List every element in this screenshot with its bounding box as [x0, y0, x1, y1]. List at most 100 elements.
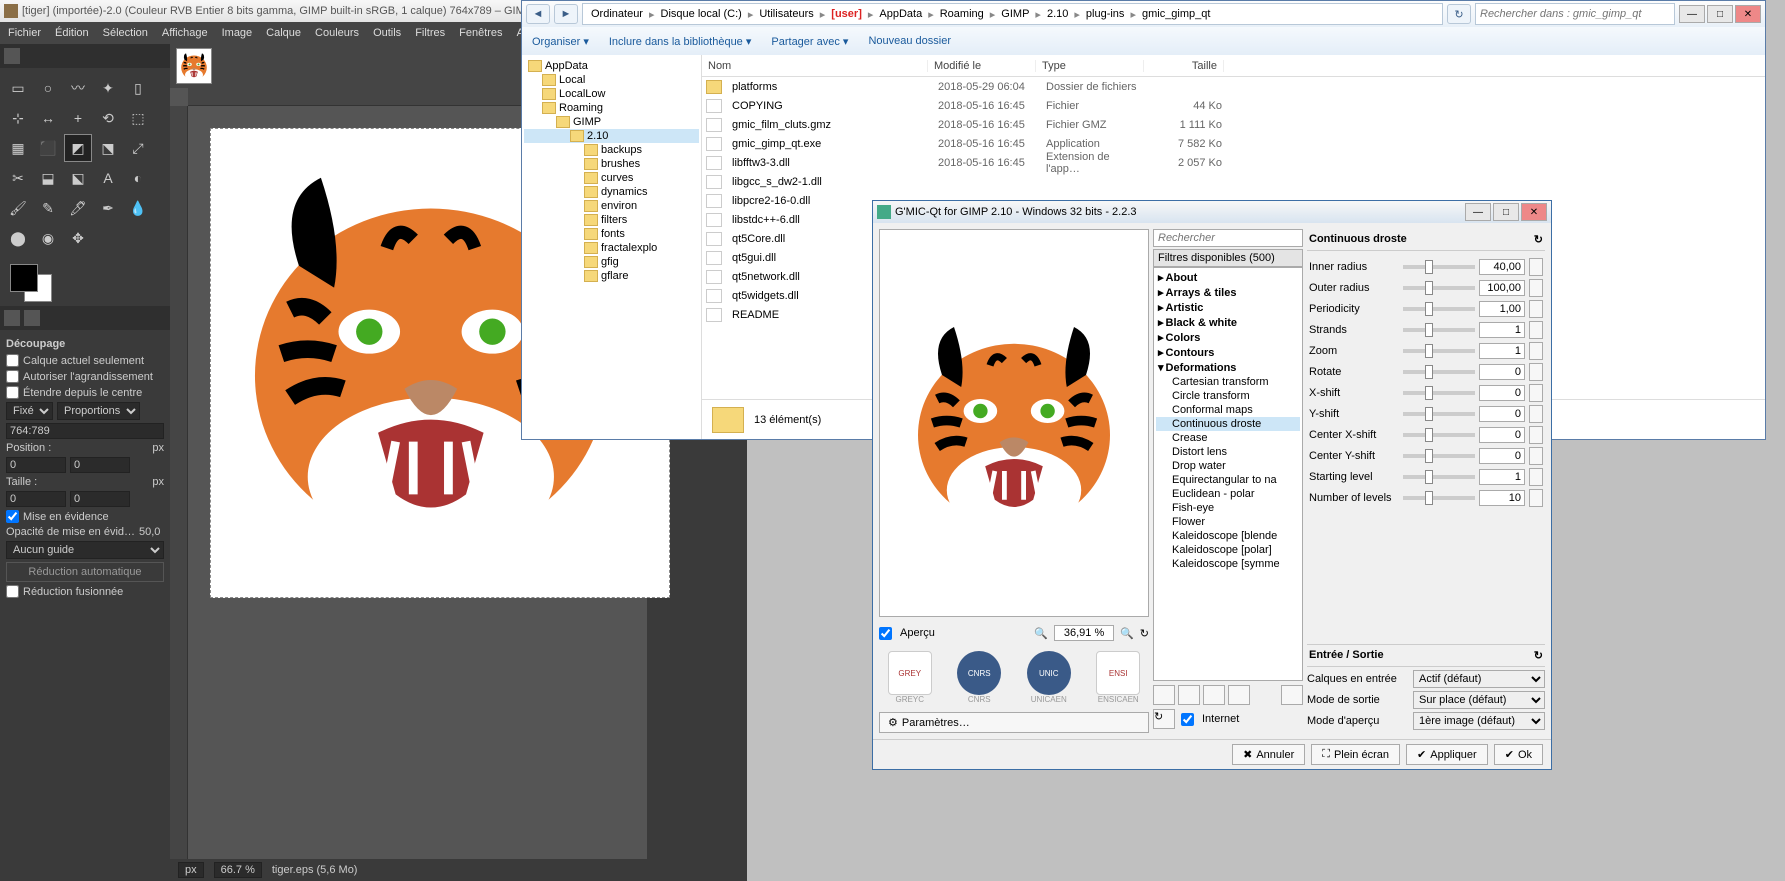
maximize-button[interactable]: □: [1493, 203, 1519, 221]
crumb[interactable]: Disque local (C:): [657, 8, 746, 20]
tree-item[interactable]: fonts: [524, 227, 699, 241]
crumb[interactable]: Ordinateur: [587, 8, 647, 20]
filter-category[interactable]: ▸ About: [1156, 270, 1300, 285]
spinner[interactable]: [1529, 468, 1543, 486]
opt-allow-grow[interactable]: [6, 370, 19, 383]
param-value[interactable]: [1479, 406, 1525, 422]
param-value[interactable]: [1479, 343, 1525, 359]
tool-0[interactable]: ▭: [4, 74, 32, 102]
minimize-button[interactable]: —: [1679, 5, 1705, 23]
tool-12[interactable]: ◩: [64, 134, 92, 162]
filter-item[interactable]: Continuous droste: [1156, 417, 1300, 431]
param-slider[interactable]: [1403, 328, 1475, 332]
param-value[interactable]: [1479, 427, 1525, 443]
spinner[interactable]: [1529, 342, 1543, 360]
tool-19[interactable]: ◐: [124, 164, 152, 192]
refresh-icon[interactable]: [1281, 685, 1303, 705]
options-tab[interactable]: [24, 310, 40, 326]
file-row[interactable]: platforms2018-05-29 06:04Dossier de fich…: [702, 77, 1765, 96]
guide-select[interactable]: Aucun guide: [6, 541, 164, 559]
zoom-value[interactable]: [1054, 625, 1114, 641]
col-type[interactable]: Type: [1036, 60, 1144, 72]
crumb[interactable]: Utilisateurs: [755, 8, 817, 20]
tree-item[interactable]: environ: [524, 199, 699, 213]
param-slider[interactable]: [1403, 286, 1475, 290]
filter-category[interactable]: ▾ Deformations: [1156, 360, 1300, 375]
filter-item[interactable]: Equirectangular to na: [1156, 473, 1300, 487]
toggle-icon[interactable]: [1203, 685, 1225, 705]
param-slider[interactable]: [1403, 391, 1475, 395]
explorer-search[interactable]: [1475, 3, 1675, 25]
file-row[interactable]: gmic_film_cluts.gmz2018-05-16 16:45Fichi…: [702, 115, 1765, 134]
tool-15[interactable]: ✂: [4, 164, 32, 192]
param-value[interactable]: [1479, 385, 1525, 401]
tool-11[interactable]: ⬛: [34, 134, 62, 162]
include-menu[interactable]: Inclure dans la bibliothèque ▾: [609, 35, 752, 48]
cancel-button[interactable]: ✖ Annuler: [1232, 744, 1305, 765]
options-tab[interactable]: [4, 310, 20, 326]
spinner[interactable]: [1529, 384, 1543, 402]
menu-filtres[interactable]: Filtres: [415, 27, 445, 39]
param-slider[interactable]: [1403, 412, 1475, 416]
menu-édition[interactable]: Édition: [55, 27, 89, 39]
tool-2[interactable]: 〰: [64, 74, 92, 102]
spinner[interactable]: [1529, 363, 1543, 381]
newfolder-button[interactable]: Nouveau dossier: [868, 35, 951, 47]
crumb[interactable]: GIMP: [997, 8, 1033, 20]
tree-item[interactable]: Local: [524, 73, 699, 87]
preview-image[interactable]: [879, 229, 1149, 617]
filter-item[interactable]: Euclidean - polar: [1156, 487, 1300, 501]
settings-button[interactable]: ⚙ Paramètres…: [879, 712, 1149, 733]
tool-25[interactable]: ⬤: [4, 224, 32, 252]
file-row[interactable]: libgcc_s_dw2-1.dll: [702, 172, 1765, 191]
status-zoom[interactable]: 66.7 %: [214, 862, 262, 878]
fixed-select[interactable]: Fixé: [6, 402, 53, 420]
tool-9[interactable]: ⬚: [124, 104, 152, 132]
menu-calque[interactable]: Calque: [266, 27, 301, 39]
internet-checkbox[interactable]: [1181, 713, 1194, 726]
param-slider[interactable]: [1403, 433, 1475, 437]
refresh-preview-icon[interactable]: ↻: [1140, 627, 1149, 640]
minimize-button[interactable]: —: [1465, 203, 1491, 221]
dock-tab[interactable]: [4, 48, 20, 64]
menu-affichage[interactable]: Affichage: [162, 27, 208, 39]
tool-5[interactable]: ⊹: [4, 104, 32, 132]
tool-8[interactable]: ⟲: [94, 104, 122, 132]
back-button[interactable]: ◄: [526, 4, 550, 24]
filter-item[interactable]: Flower: [1156, 515, 1300, 529]
filter-item[interactable]: Drop water: [1156, 459, 1300, 473]
filter-item[interactable]: Kaleidoscope [polar]: [1156, 543, 1300, 557]
spinner[interactable]: [1529, 426, 1543, 444]
pos-x[interactable]: [6, 457, 66, 473]
fg-color[interactable]: [10, 264, 38, 292]
file-row[interactable]: gmic_gimp_qt.exe2018-05-16 16:45Applicat…: [702, 134, 1765, 153]
param-value[interactable]: [1479, 301, 1525, 317]
spinner[interactable]: [1529, 300, 1543, 318]
status-unit[interactable]: px: [178, 862, 204, 878]
zoom-out-icon[interactable]: 🔍: [1034, 627, 1048, 640]
filter-item[interactable]: Kaleidoscope [symme: [1156, 557, 1300, 571]
organize-menu[interactable]: Organiser ▾: [532, 35, 589, 48]
tool-1[interactable]: ○: [34, 74, 62, 102]
param-value[interactable]: [1479, 259, 1525, 275]
menu-fichier[interactable]: Fichier: [8, 27, 41, 39]
file-row[interactable]: libfftw3-3.dll2018-05-16 16:45Extension …: [702, 153, 1765, 172]
io-select[interactable]: Actif (défaut): [1413, 670, 1545, 688]
crumb[interactable]: 2.10: [1043, 8, 1072, 20]
reset-params-icon[interactable]: ↻: [1534, 233, 1543, 246]
size-x[interactable]: [6, 491, 66, 507]
crumb[interactable]: AppData: [875, 8, 926, 20]
tool-22[interactable]: 🖊: [64, 194, 92, 222]
apply-button[interactable]: ✔ Appliquer: [1406, 744, 1488, 765]
opt-from-center[interactable]: [6, 386, 19, 399]
tree-item[interactable]: GIMP: [524, 115, 699, 129]
tool-18[interactable]: A: [94, 164, 122, 192]
share-menu[interactable]: Partager avec ▾: [771, 35, 848, 48]
spinner[interactable]: [1529, 279, 1543, 297]
forward-button[interactable]: ►: [554, 4, 578, 24]
col-modified[interactable]: Modifié le: [928, 60, 1036, 72]
breadcrumb[interactable]: Ordinateur▸Disque local (C:)▸Utilisateur…: [582, 3, 1443, 25]
tool-27[interactable]: ✥: [64, 224, 92, 252]
gmic-titlebar[interactable]: G'MIC-Qt for GIMP 2.10 - Windows 32 bits…: [873, 201, 1551, 223]
tree-item[interactable]: backups: [524, 143, 699, 157]
